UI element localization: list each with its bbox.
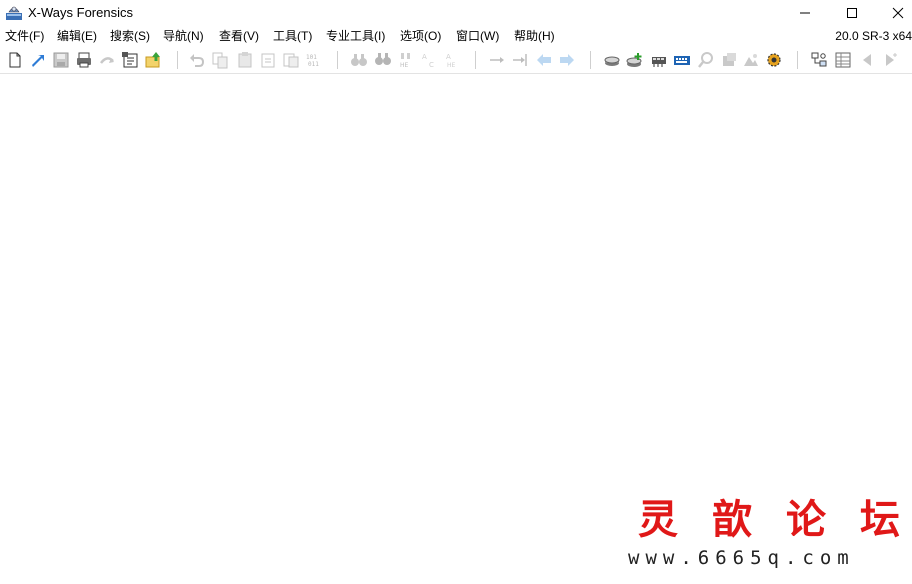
prev-icon[interactable]	[858, 51, 876, 69]
toolbar-separator	[590, 51, 591, 69]
toolbar-separator	[337, 51, 338, 69]
title-bar: X-Ways Forensics	[0, 0, 912, 26]
svg-text:A: A	[446, 53, 451, 61]
maximize-icon	[847, 8, 857, 18]
find-text-icon[interactable]: HE	[397, 51, 415, 69]
svg-text:HE: HE	[400, 62, 409, 69]
menu-bar: 文件(F) 编辑(E) 搜索(S) 导航(N) 查看(V) 工具(T) 专业工具…	[0, 26, 912, 46]
find-hex-icon[interactable]	[374, 51, 392, 69]
jump-icon[interactable]	[511, 51, 529, 69]
minimize-button[interactable]	[782, 0, 828, 26]
svg-text:101: 101	[306, 54, 317, 61]
find-ab-icon[interactable]: A HE	[444, 51, 462, 69]
back-icon[interactable]	[535, 51, 553, 69]
open-disk-icon[interactable]	[603, 51, 621, 69]
clipboard-icon[interactable]	[282, 51, 300, 69]
new-file-icon[interactable]	[6, 51, 24, 69]
toolbar-separator	[797, 51, 798, 69]
calculator-icon[interactable]	[673, 51, 691, 69]
toolbar-separator	[177, 51, 178, 69]
menu-specialist[interactable]: 专业工具(I)	[326, 29, 385, 43]
watermark-title: 灵歆论坛	[638, 496, 912, 543]
maximize-button[interactable]	[829, 0, 875, 26]
case-tree-icon[interactable]	[810, 51, 828, 69]
watermark-url: www.6665q.com	[628, 547, 855, 569]
replace-icon[interactable]: AC	[420, 51, 438, 69]
copy-icon[interactable]	[211, 51, 229, 69]
find-icon[interactable]	[350, 51, 368, 69]
menu-search[interactable]: 搜索(S)	[110, 29, 150, 43]
goto-icon[interactable]	[488, 51, 506, 69]
binary-icon[interactable]: 101 011	[305, 51, 323, 69]
svg-text:011: 011	[308, 61, 319, 68]
forward-icon[interactable]	[558, 51, 576, 69]
toolbar: 101 011 HE AC A HE	[0, 47, 912, 73]
app-logo-icon	[6, 6, 22, 20]
menu-tools[interactable]: 工具(T)	[273, 29, 312, 43]
zoom-icon[interactable]	[697, 51, 715, 69]
svg-text:C: C	[429, 61, 434, 69]
next-icon[interactable]	[881, 51, 899, 69]
close-button[interactable]	[875, 0, 912, 26]
toolbar-separator	[475, 51, 476, 69]
print-icon[interactable]	[75, 51, 93, 69]
close-icon	[892, 7, 904, 19]
minimize-icon	[800, 12, 810, 14]
undo-icon[interactable]	[188, 51, 206, 69]
ram-icon[interactable]	[650, 51, 668, 69]
undo-arrow-icon[interactable]	[98, 51, 116, 69]
export-icon[interactable]	[144, 51, 162, 69]
settings-gear-icon[interactable]	[765, 51, 783, 69]
properties-icon[interactable]	[121, 51, 139, 69]
menu-window[interactable]: 窗口(W)	[456, 29, 499, 43]
image-icon[interactable]	[742, 51, 760, 69]
save-icon[interactable]	[52, 51, 70, 69]
menu-help[interactable]: 帮助(H)	[514, 29, 555, 43]
menu-view[interactable]: 查看(V)	[219, 29, 259, 43]
menu-file[interactable]: 文件(F)	[5, 29, 44, 43]
window-title: X-Ways Forensics	[28, 5, 133, 20]
table-icon[interactable]	[834, 51, 852, 69]
paste-icon[interactable]	[236, 51, 254, 69]
hash-icon[interactable]	[720, 51, 738, 69]
version-label: 20.0 SR-3 x64	[835, 29, 912, 43]
cut-icon[interactable]	[259, 51, 277, 69]
svg-text:A: A	[422, 53, 427, 61]
menu-edit[interactable]: 编辑(E)	[57, 29, 97, 43]
add-disk-icon[interactable]	[626, 51, 644, 69]
svg-text:HE: HE	[447, 62, 456, 69]
menu-navigation[interactable]: 导航(N)	[163, 29, 204, 43]
menu-options[interactable]: 选项(O)	[400, 29, 441, 43]
open-icon[interactable]	[29, 51, 47, 69]
